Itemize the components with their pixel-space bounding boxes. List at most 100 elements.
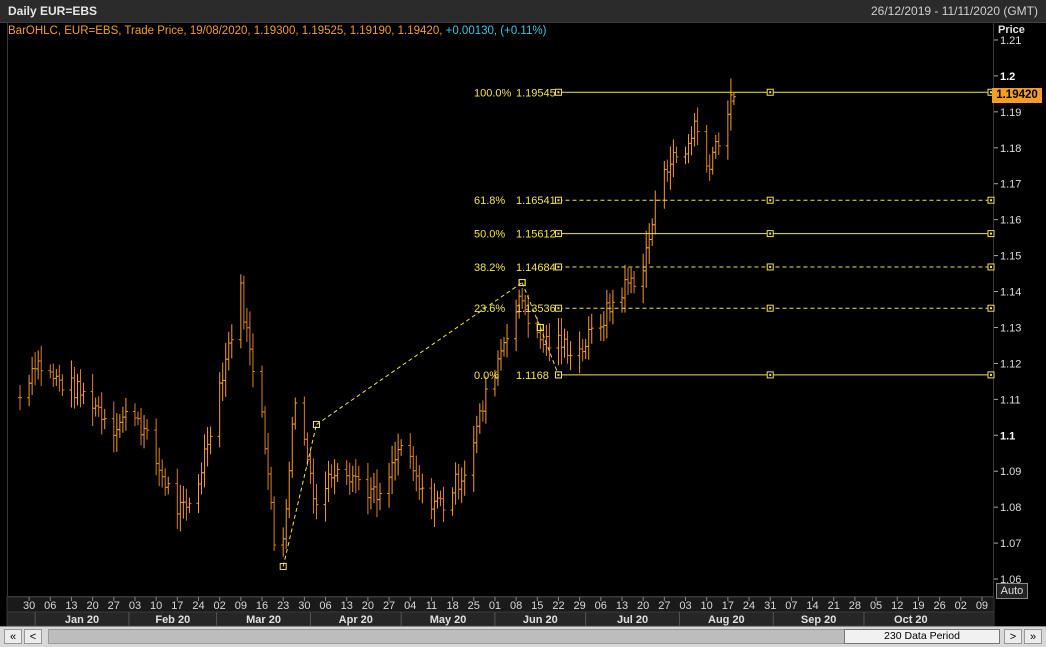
x-tick-label: 18 [446, 600, 458, 612]
legend-text: BarOHLC, EUR=EBS, Trade Price, 19/08/202… [8, 25, 443, 37]
x-month-label: Oct 20 [894, 614, 928, 626]
x-tick-label: 09 [235, 600, 247, 612]
x-tick-label: 11 [426, 600, 437, 612]
x-tick-label: 20 [86, 600, 98, 612]
x-tick-label: 07 [785, 600, 797, 612]
trendline [282, 424, 317, 567]
x-tick-label: 26 [933, 600, 945, 612]
x-tick-label: 10 [150, 600, 162, 612]
scroll-thumb[interactable]: 230 Data Period [844, 629, 1000, 644]
x-tick-label: 16 [256, 600, 268, 612]
chart-window: Daily EUR=EBS 26/12/2019 - 11/11/2020 (G… [0, 0, 1046, 647]
fib-level-price: 1.13536 [516, 303, 556, 315]
x-tick-label: 24 [743, 600, 755, 612]
fib-level-percent: 61.8% [474, 195, 505, 207]
fib-handle-dot [769, 373, 772, 376]
fib-handle-dot [557, 265, 560, 268]
x-tick-label: 30 [298, 600, 310, 612]
x-tick-label: 04 [404, 600, 416, 612]
x-tick-label: 06 [44, 600, 56, 612]
x-tick-label: 25 [468, 600, 480, 612]
x-tick-label: 15 [531, 600, 543, 612]
x-tick-label: 17 [722, 600, 734, 612]
x-tick-label: 13 [616, 600, 628, 612]
x-month-label: Sep 20 [801, 614, 836, 626]
x-tick-label: 30 [23, 600, 35, 612]
ohlc-chart[interactable]: 1.061.071.081.091.11.111.121.131.141.151… [0, 0, 1046, 647]
fib-level-price: 1.16541 [516, 195, 556, 207]
x-month-label: Apr 20 [339, 614, 373, 626]
x-tick-label: 20 [637, 600, 649, 612]
scroll-right-fast-button[interactable]: » [1024, 629, 1042, 644]
legend-change: +0.00130, (+0.11%) [445, 25, 547, 37]
scroll-left-button[interactable]: < [24, 629, 42, 644]
fib-level-percent: 0.0% [474, 370, 499, 382]
fib-level-price: 1.14684 [516, 262, 556, 274]
x-month-label: Jan 20 [65, 614, 99, 626]
y-tick-label: 1.11 [1000, 394, 1021, 406]
y-tick-label: 1.12 [1000, 358, 1021, 370]
y-tick-label: 1.18 [1000, 143, 1021, 155]
fib-handle-dot [769, 265, 772, 268]
y-tick-label: 1.16 [1000, 215, 1021, 227]
x-tick-label: 13 [341, 600, 353, 612]
fib-handle-dot [990, 307, 992, 310]
x-tick-label: 02 [955, 600, 967, 612]
fib-handle-dot [557, 199, 560, 202]
y-tick-label: 1.08 [1000, 502, 1021, 514]
fib-level-price: 1.1168 [516, 370, 549, 382]
x-tick-label: 10 [701, 600, 713, 612]
fib-handle-dot [990, 232, 992, 235]
fib-handle-dot [990, 265, 992, 268]
fib-handle-dot [769, 91, 772, 94]
fib-level-price: 1.19545 [516, 87, 556, 99]
x-tick-label: 01 [489, 600, 501, 612]
x-tick-label: 06 [595, 600, 607, 612]
y-tick-label: 1.09 [1000, 466, 1021, 478]
x-tick-label: 08 [510, 600, 522, 612]
x-tick-label: 20 [362, 600, 374, 612]
fib-handle-dot [557, 232, 560, 235]
y-tick-label: 1.19 [1000, 107, 1021, 119]
y-tick-label: 1.14 [1000, 287, 1021, 299]
scroll-left-fast-button[interactable]: « [4, 629, 22, 644]
y-tick-label: 1.07 [1000, 538, 1021, 550]
x-month-label: Feb 20 [155, 614, 190, 626]
auto-scale-button[interactable]: Auto [996, 583, 1028, 599]
fib-level-price: 1.15612 [516, 229, 556, 241]
legend: BarOHLC, EUR=EBS, Trade Price, 19/08/202… [8, 25, 546, 37]
x-tick-label: 02 [214, 600, 226, 612]
x-month-label: Mar 20 [246, 614, 281, 626]
fib-level-percent: 38.2% [474, 262, 505, 274]
fib-level-percent: 100.0% [474, 87, 512, 99]
x-month-label: May 20 [430, 614, 467, 626]
x-tick-label: 05 [870, 600, 882, 612]
y-tick-label: 1.1 [1000, 430, 1015, 442]
time-scrollbar[interactable]: « < 230 Data Period > » [0, 626, 1046, 647]
y-tick-label: 1.13 [1000, 322, 1021, 334]
x-tick-label: 28 [849, 600, 861, 612]
x-tick-label: 27 [108, 600, 120, 612]
fib-handle-dot [990, 373, 992, 376]
x-tick-label: 31 [764, 600, 776, 612]
x-tick-label: 06 [319, 600, 331, 612]
x-tick-label: 23 [277, 600, 289, 612]
x-tick-label: 19 [912, 600, 924, 612]
x-month-label: Jun 20 [523, 614, 558, 626]
x-tick-label: 12 [891, 600, 903, 612]
fib-handle-dot [769, 307, 772, 310]
fib-handle-dot [990, 199, 992, 202]
x-tick-label: 27 [383, 600, 395, 612]
fib-handle-dot [769, 199, 772, 202]
current-price-badge: 1.19420 [992, 88, 1042, 103]
fib-handle-dot [769, 232, 772, 235]
fib-handle-dot [557, 373, 560, 376]
x-tick-label: 22 [552, 600, 564, 612]
x-tick-label: 09 [976, 600, 988, 612]
fib-handle-dot [557, 91, 560, 94]
y-tick-label: 1.21 [1000, 35, 1021, 47]
x-tick-label: 21 [828, 600, 840, 612]
x-tick-label: 13 [65, 600, 77, 612]
scroll-right-button[interactable]: > [1004, 629, 1022, 644]
x-tick-label: 24 [192, 600, 204, 612]
